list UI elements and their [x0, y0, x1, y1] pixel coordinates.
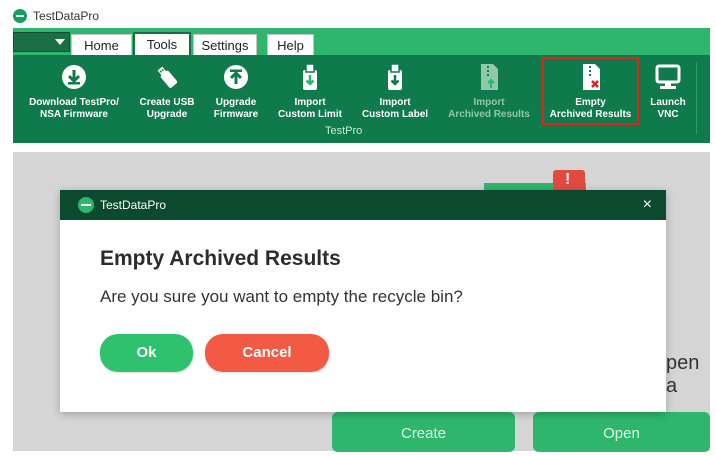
launch-vnc-button[interactable]: Launch VNC	[642, 62, 694, 124]
create-usb-upgrade-button[interactable]: Create USB Upgrade	[130, 62, 204, 124]
app-logo-icon	[13, 9, 27, 23]
import-custom-label-button[interactable]: Import Custom Label	[356, 62, 434, 124]
download-icon	[62, 65, 86, 89]
ok-button[interactable]: Ok	[100, 334, 193, 372]
chevron-down-icon	[55, 39, 65, 45]
tab-help[interactable]: Help	[267, 34, 314, 55]
import-archived-results-button[interactable]: Import Archived Results	[440, 62, 538, 124]
upload-icon	[224, 65, 248, 89]
dialog-message: Are you sure you want to empty the recyc…	[100, 287, 463, 306]
upgrade-firmware-button[interactable]: Upgrade Firmware	[206, 62, 266, 124]
app-logo-icon	[78, 197, 94, 213]
create-usb-upgrade-label: Create USB Upgrade	[139, 97, 195, 120]
title-bar: TestDataPro	[0, 0, 716, 28]
tab-tools[interactable]: Tools	[133, 32, 191, 56]
monitor-icon	[655, 64, 681, 89]
dialog-window-title: TestDataPro	[100, 198, 167, 212]
close-icon[interactable]: ×	[643, 196, 652, 214]
background-partial-text: pen a	[666, 352, 700, 397]
file-menu-button[interactable]	[13, 32, 70, 52]
launch-vnc-label: Launch VNC	[650, 97, 686, 120]
background-create-button[interactable]: Create	[332, 412, 515, 452]
background-open-button[interactable]: Open	[533, 412, 710, 452]
dialog-heading: Empty Archived Results	[100, 247, 341, 270]
tab-home[interactable]: Home	[71, 34, 132, 55]
dialog-header: TestDataPro ×	[60, 190, 666, 220]
import-custom-limit-label: Import Custom Limit	[278, 97, 342, 120]
import-archive-icon	[481, 64, 498, 90]
tab-settings[interactable]: Settings	[193, 34, 257, 55]
import-archived-results-label: Import Archived Results	[448, 97, 530, 120]
import-file-icon	[388, 63, 402, 90]
ribbon-group-label: TestPro	[325, 125, 363, 137]
import-file-icon	[303, 63, 317, 90]
download-firmware-button[interactable]: Download TestPro/ NSA Firmware	[24, 62, 124, 124]
download-firmware-label: Download TestPro/ NSA Firmware	[29, 97, 119, 120]
upgrade-firmware-label: Upgrade Firmware	[213, 97, 259, 120]
highlight-box	[542, 57, 639, 125]
ribbon-tab-bar: Home Tools Settings Help	[13, 28, 710, 56]
app-title: TestDataPro	[33, 9, 100, 23]
usb-drive-icon	[157, 66, 178, 88]
import-custom-label-label: Import Custom Label	[361, 97, 429, 120]
import-custom-limit-button[interactable]: Import Custom Limit	[271, 62, 349, 124]
ribbon-separator	[696, 62, 697, 134]
cancel-button[interactable]: Cancel	[205, 334, 329, 372]
confirm-dialog: TestDataPro × Empty Archived Results Are…	[60, 190, 666, 412]
